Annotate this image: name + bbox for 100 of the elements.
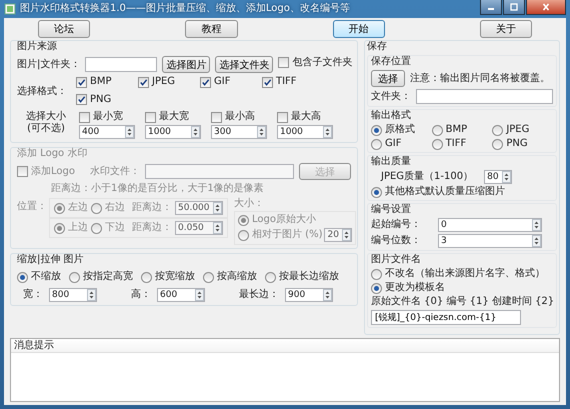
toolbar-button[interactable]: 教程 [185,20,238,38]
radio-button[interactable] [371,124,382,136]
field-label: 选择大小 [26,111,66,122]
checkbox[interactable] [79,112,90,122]
spin-arrows-icon[interactable] [342,229,352,241]
radio-button[interactable] [371,282,382,294]
radio-label: 相对于图片 (%) [252,229,322,241]
checkbox[interactable] [76,94,87,105]
spin-arrows-icon[interactable] [125,126,134,138]
field-label: 最长边： [239,289,279,301]
field-label: 宽： [23,289,43,301]
spin-field[interactable]: 1000 [145,125,201,139]
field-label: JPEG质量（1-100） [381,171,474,183]
spin-field[interactable]: 3 [438,234,542,248]
checkbox-label: PNG [90,94,112,106]
spin-arrows-icon[interactable] [257,126,266,138]
toolbar-button[interactable]: 关于 [480,20,532,38]
note-text: 注意：输出图片同名将被覆盖。 [410,72,550,84]
radio-label: 按高缩放 [217,271,257,283]
legend-text: 原始文件名 {0} 编号 {1} 创建时间 {2} [371,296,553,308]
select-button[interactable]: 选择图片 [162,56,210,73]
radio-button[interactable] [492,124,504,136]
checkbox-label: 最大高 [291,111,321,123]
radio-label: Logo原始大小 [252,214,316,226]
select-button[interactable]: 选择 [371,70,405,87]
checkbox[interactable] [76,76,87,88]
spin-arrows-icon[interactable] [323,289,332,301]
field-label: 距离边： [132,202,172,214]
field-label: 起始编号： [371,219,422,231]
checkbox-label: GIF [214,76,230,88]
field-label: 距离边： [132,222,172,234]
header-text: 消息提示 [14,340,54,351]
path-field[interactable] [85,57,158,72]
radio-button[interactable] [371,268,382,280]
group-title: 输出质量 [371,156,412,168]
spin-arrows-icon[interactable] [502,171,512,183]
group-title: 添加 Logo 水印 [17,148,88,160]
radio-label: BMP [446,124,468,136]
checkbox[interactable] [277,112,288,122]
radio-button[interactable] [203,272,214,282]
spin-field[interactable]: 600 [157,288,205,302]
maximize-button[interactable] [503,0,525,15]
toolbar-button[interactable]: 论坛 [38,20,90,38]
spin-field[interactable]: 300 [211,125,267,139]
checkbox[interactable] [278,57,290,68]
spin-arrows-icon[interactable] [87,289,96,301]
select-button[interactable]: 选择文件夹 [215,56,274,73]
spin-field[interactable]: 0 [438,218,542,232]
spin-arrows-icon[interactable] [323,126,332,138]
app-icon [4,3,16,15]
spin-field[interactable]: 1000 [277,125,333,139]
spin-arrows-icon[interactable] [532,235,541,247]
radio-label: 不改名（输出来源图片名字、格式） [385,268,545,280]
spin-arrows-icon[interactable] [532,219,541,231]
folder-field[interactable] [416,89,553,104]
checkbox-label: TIFF [276,76,297,88]
field-label: 编号位数： [371,235,422,247]
spin-field[interactable]: 900 [285,288,333,302]
toolbar-button[interactable]: 开始 [332,20,385,38]
radio-button[interactable] [371,186,382,198]
radio-button[interactable] [432,124,443,136]
checkbox[interactable] [211,112,222,122]
radio-button[interactable] [432,138,443,150]
group-title: 图片文件名 [371,254,422,266]
radio-label: PNG [506,138,528,150]
radio-label: JPEG [506,124,530,136]
group-title: 输出格式 [371,110,412,122]
template-field[interactable]: [锐规]_{0}-qiezsn.com-{1} [371,310,521,325]
spin-arrows-icon[interactable] [213,202,222,214]
radio-button[interactable] [17,272,28,282]
spin-field[interactable]: 800 [49,288,97,302]
checkbox[interactable] [262,76,273,88]
group-title: 保存 [367,41,388,53]
group-title: 编号设置 [371,204,412,216]
spin-field[interactable]: 80 [484,170,512,184]
spin-arrows-icon[interactable] [191,126,200,138]
radio-button[interactable] [492,138,504,150]
radio-button[interactable] [371,138,382,150]
spin-arrows-icon[interactable] [195,289,204,301]
group-title: 缩放|拉伸 图片 [17,254,85,266]
radio-button[interactable] [265,272,276,282]
radio-button[interactable] [141,272,152,282]
minimize-button[interactable] [480,0,502,15]
checkbox-label: BMP [90,76,112,88]
hint-text: (可不选) [27,123,65,135]
close-button[interactable] [526,0,566,15]
checkbox[interactable] [200,76,211,88]
radio-label: 右边 [105,202,125,214]
hint-text: 距离边：小于1像的是百分比，大于1像的是像素 [51,183,265,195]
field-label: 水印文件： [90,166,140,178]
spin-field[interactable]: 400 [79,125,135,139]
radio-button[interactable] [69,272,80,282]
close-icon [541,3,551,11]
checkbox[interactable] [145,112,156,122]
group-title: 图片来源 [17,41,58,53]
spin-arrows-icon[interactable] [213,222,222,234]
checkbox[interactable] [138,76,149,88]
field-label: 位置： [17,201,45,213]
radio-label: 按宽缩放 [155,271,195,283]
radio-label: 按最长边缩放 [279,271,339,283]
